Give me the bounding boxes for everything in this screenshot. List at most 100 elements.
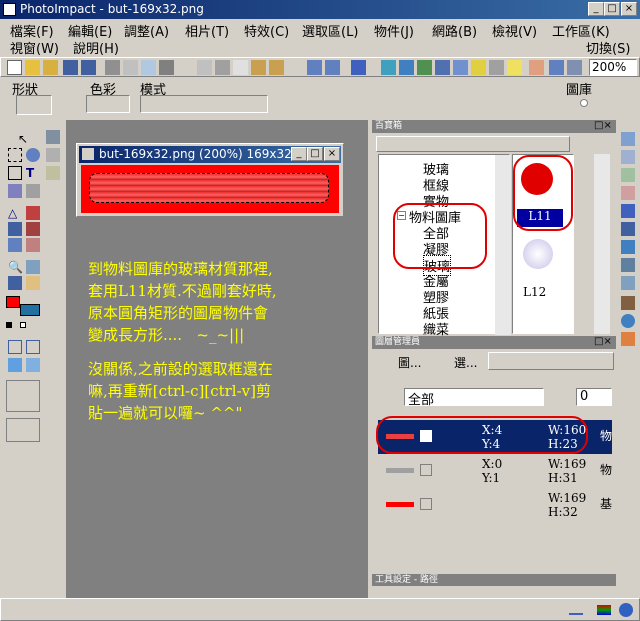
tree-scrollbar[interactable] xyxy=(495,155,511,335)
dots-panel-1[interactable] xyxy=(6,380,40,412)
gallery-tree[interactable]: 玻璃 框線 實物 − 物料圖庫 全部 凝膠 玻璃 金屬 塑膠 紙張 織菜 xyxy=(378,154,511,338)
shape-tool-icon[interactable]: △ xyxy=(8,206,22,220)
menu-effect[interactable]: 特效(C) xyxy=(244,21,289,40)
background-color[interactable] xyxy=(20,304,40,316)
star-icon[interactable] xyxy=(471,60,486,75)
wand-icon[interactable] xyxy=(46,148,60,162)
path-icon[interactable] xyxy=(8,166,22,180)
open-folder-icon[interactable] xyxy=(43,60,58,75)
zoom-icon[interactable] xyxy=(141,60,156,75)
transform-icon[interactable] xyxy=(8,184,22,198)
eyedropper-icon[interactable] xyxy=(26,260,40,274)
select-icon[interactable] xyxy=(8,148,22,162)
fill-icon[interactable] xyxy=(8,238,22,252)
mode-dropdown[interactable] xyxy=(140,95,268,113)
paint-icon[interactable] xyxy=(26,206,40,220)
pen-icon[interactable] xyxy=(8,276,22,290)
scan-icon[interactable] xyxy=(159,60,174,75)
redo-icon[interactable] xyxy=(325,60,340,75)
minimize-button[interactable]: _ xyxy=(588,2,604,16)
preview-icon[interactable] xyxy=(123,60,138,75)
web-tool-icon[interactable] xyxy=(26,358,40,372)
maximize-button[interactable]: □ xyxy=(604,2,620,16)
eraser-icon[interactable] xyxy=(26,238,40,252)
stamp-icon[interactable] xyxy=(26,222,40,236)
color-panel-icon[interactable] xyxy=(621,332,635,346)
foreground-color[interactable] xyxy=(6,296,20,308)
palette-icon[interactable] xyxy=(529,60,544,75)
frame-icon[interactable] xyxy=(489,60,504,75)
menu-photo[interactable]: 相片(T) xyxy=(185,21,229,40)
window-icon[interactable] xyxy=(567,60,582,75)
layer-panel-close-icon[interactable]: □× xyxy=(594,336,612,347)
palette-icon[interactable] xyxy=(621,132,635,146)
tab-selection[interactable]: 選... xyxy=(454,354,477,371)
visibility-icon[interactable] xyxy=(420,498,432,510)
zoom-input[interactable]: 200% xyxy=(589,59,637,76)
earth-icon[interactable] xyxy=(621,314,635,328)
export-icon[interactable] xyxy=(549,60,564,75)
menu-adjust[interactable]: 調整(A) xyxy=(124,21,169,40)
sun-icon[interactable] xyxy=(507,60,522,75)
brush-icon[interactable] xyxy=(46,166,60,180)
grid-icon[interactable] xyxy=(8,340,22,354)
photo-icon[interactable] xyxy=(621,258,635,272)
scissors-icon[interactable] xyxy=(215,60,230,75)
layers-icon[interactable] xyxy=(621,150,635,164)
save-as-icon[interactable] xyxy=(81,60,96,75)
dots-panel-2[interactable] xyxy=(6,418,40,442)
crop-icon[interactable] xyxy=(46,130,60,144)
image-panel-icon[interactable] xyxy=(621,276,635,290)
visibility-icon[interactable] xyxy=(420,464,432,476)
menu-help[interactable]: 說明(H) xyxy=(73,38,119,57)
reset-colors[interactable] xyxy=(6,322,12,328)
panel-close-icon[interactable]: □× xyxy=(594,120,612,131)
image-icon[interactable] xyxy=(381,60,396,75)
monitor-icon[interactable] xyxy=(453,60,468,75)
copy-icon[interactable] xyxy=(233,60,248,75)
layer-icon[interactable] xyxy=(435,60,450,75)
thumb-l12-swatch[interactable] xyxy=(523,239,553,269)
clone-icon[interactable] xyxy=(8,222,22,236)
open-icon[interactable] xyxy=(25,60,40,75)
menu-web[interactable]: 網路(B) xyxy=(432,21,477,40)
menu-selection[interactable]: 選取區(L) xyxy=(302,21,358,40)
history-icon[interactable] xyxy=(621,168,635,182)
zoom-tool-icon[interactable]: 🔍 xyxy=(8,260,23,274)
undo-icon[interactable] xyxy=(307,60,322,75)
frame-tool-icon[interactable] xyxy=(26,340,40,354)
doc-close-button[interactable]: × xyxy=(324,147,340,161)
layer-filter-dropdown[interactable]: 全部 xyxy=(404,388,544,408)
layer-toolbar[interactable] xyxy=(488,352,614,370)
gallery-icon[interactable] xyxy=(621,204,635,218)
save-icon[interactable] xyxy=(63,60,78,75)
tab-layers[interactable]: 圖... xyxy=(398,354,421,371)
text-icon[interactable]: T xyxy=(26,166,40,180)
camera-panel-icon[interactable] xyxy=(621,296,635,310)
menu-view[interactable]: 檢視(V) xyxy=(492,21,537,40)
swap-colors[interactable] xyxy=(20,322,26,328)
doc-maximize-button[interactable]: □ xyxy=(307,147,323,161)
menu-switch[interactable]: 切換(S) xyxy=(586,38,630,57)
paste-icon[interactable] xyxy=(251,60,266,75)
button-image[interactable] xyxy=(81,165,339,213)
gallery-toolbar[interactable] xyxy=(376,136,570,152)
close-button[interactable]: × xyxy=(621,2,637,16)
layer-row[interactable]: X:0 Y:1 W:169 H:31 物 xyxy=(378,454,612,488)
thumbnail-list[interactable]: L11 L12 xyxy=(512,154,574,334)
info-icon[interactable] xyxy=(621,186,635,200)
menu-object[interactable]: 物件(J) xyxy=(374,21,414,40)
color-swatch[interactable] xyxy=(86,95,130,113)
paste-special-icon[interactable] xyxy=(269,60,284,75)
print-icon[interactable] xyxy=(105,60,120,75)
layer-row[interactable]: W:169 H:32 基 xyxy=(378,488,612,522)
layer-radio-icon[interactable] xyxy=(580,99,588,107)
thumbnail-scrollbar[interactable] xyxy=(594,154,610,334)
cut-icon[interactable] xyxy=(197,60,212,75)
camera-icon[interactable] xyxy=(417,60,432,75)
resize-icon[interactable] xyxy=(26,184,40,198)
play-icon[interactable] xyxy=(621,240,635,254)
opacity-input[interactable]: 0 xyxy=(576,388,612,406)
mode-icon[interactable] xyxy=(351,60,366,75)
doc-minimize-button[interactable]: _ xyxy=(291,147,307,161)
